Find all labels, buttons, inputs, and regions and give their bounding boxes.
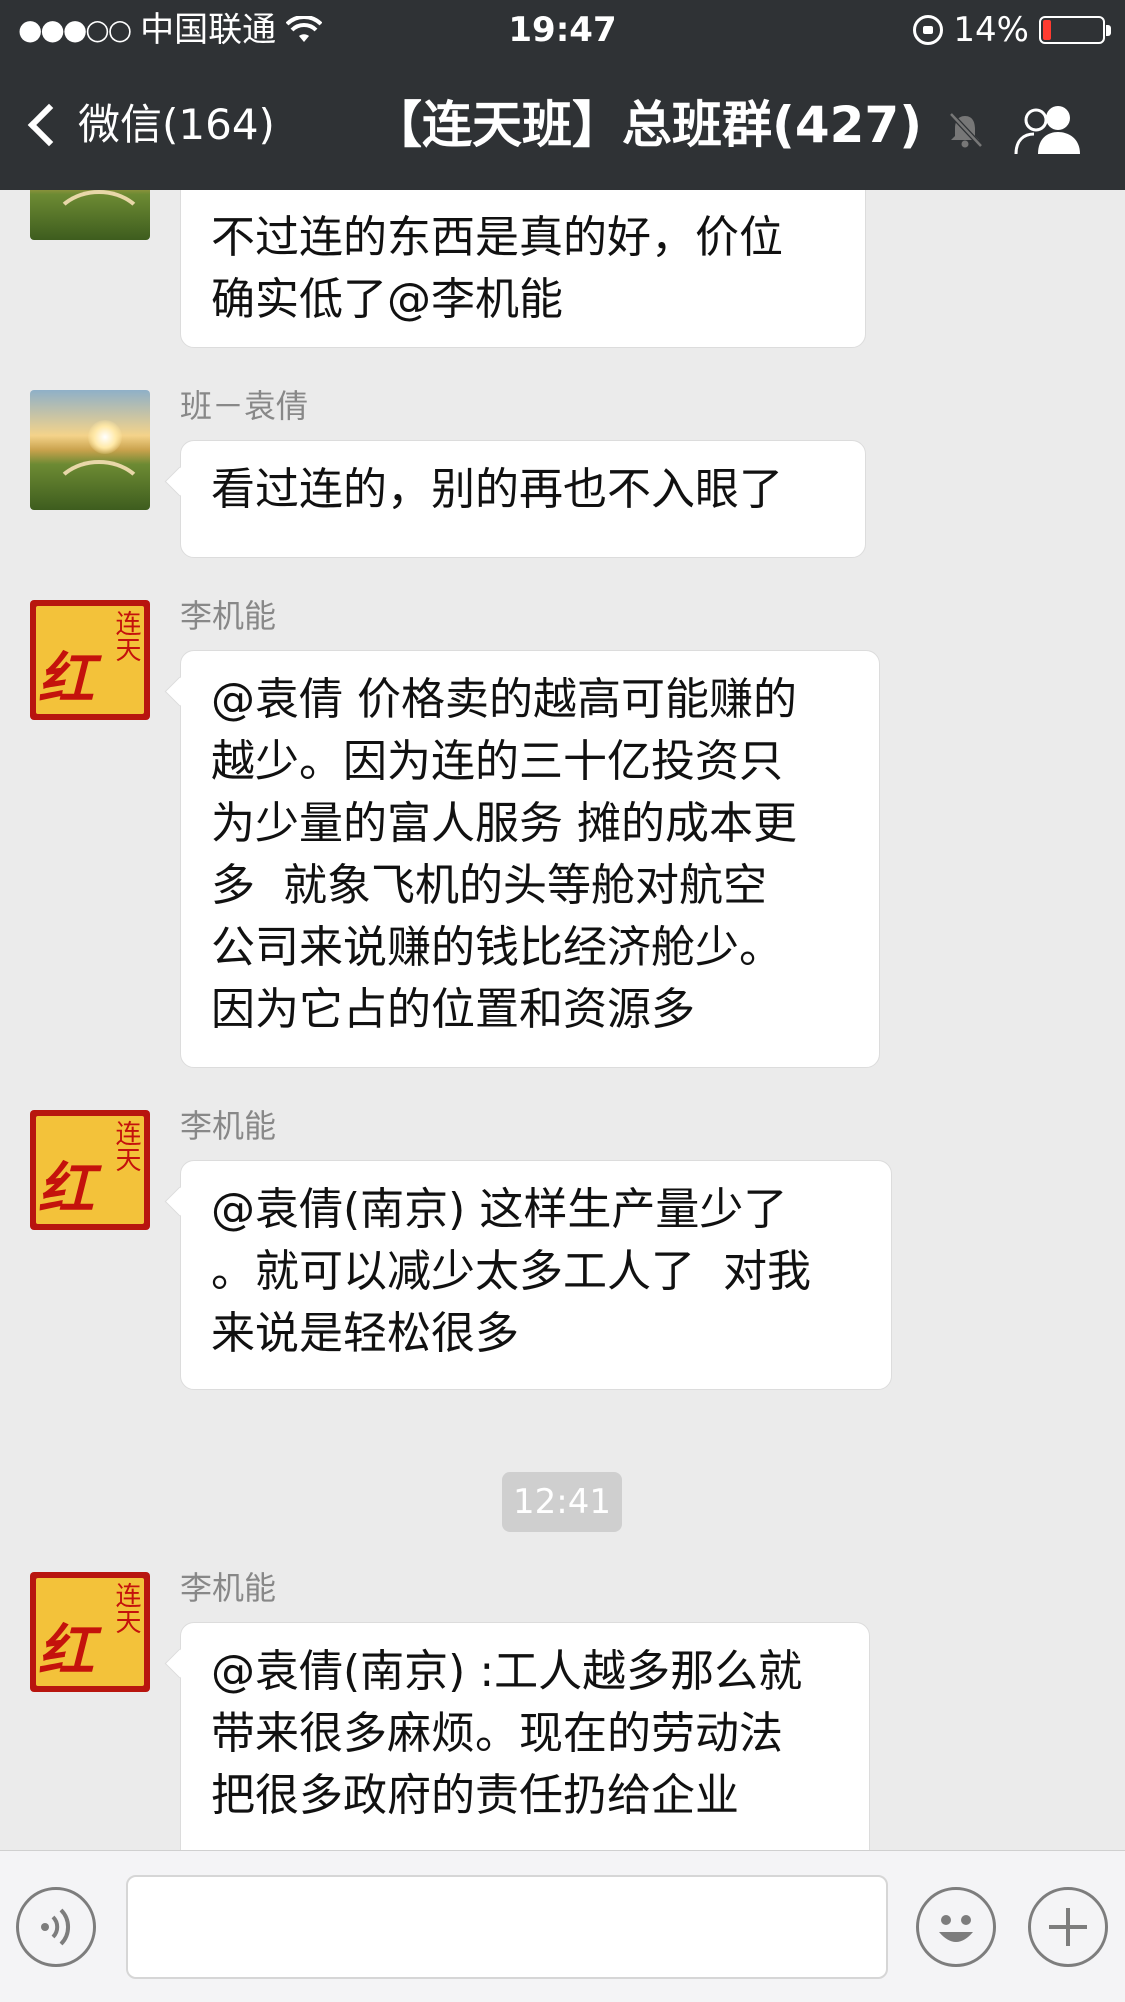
avatar[interactable]	[30, 190, 150, 240]
avatar-seal-text: 红	[38, 1618, 94, 1684]
battery-icon	[1039, 16, 1111, 44]
rotation-lock-icon	[913, 15, 944, 45]
message-line: 多 就象飞机的头等舱对航空	[211, 860, 767, 911]
message-bubble[interactable]: @袁倩(南京) :工人越多那么就 带来很多麻烦。现在的劳动法 把很多政府的责任扔…	[180, 1622, 870, 1850]
sender-name: 班－袁倩	[180, 387, 309, 425]
avatar[interactable]: 红 连天	[30, 1572, 150, 1692]
avatar-seal-text: 红	[38, 1156, 94, 1222]
status-bar: ●●●○○ 中国联通 19:47 14%	[0, 0, 1125, 60]
mute-bell-icon	[949, 112, 983, 148]
plus-icon	[1049, 1908, 1087, 1946]
back-button[interactable]: 微信(164)	[26, 100, 275, 150]
sender-name: 李机能	[180, 597, 277, 635]
message-line: 确实低了@李机能	[211, 274, 563, 325]
avatar[interactable]: 红 连天	[30, 600, 150, 720]
chat-messages[interactable]: 不过连的东西是真的好，价位 确实低了@李机能 班－袁倩 看过连的，别的再也不入眼…	[0, 190, 1125, 1850]
message-line: 越少。因为连的三十亿投资只	[211, 736, 783, 787]
avatar-seal-text: 红	[38, 646, 94, 712]
message-line: 带来很多麻烦。现在的劳动法	[211, 1708, 783, 1759]
avatar[interactable]: 红 连天	[30, 1110, 150, 1230]
message-line: 因为它占的位置和资源多	[211, 984, 695, 1035]
plus-button[interactable]	[1028, 1887, 1108, 1967]
emoji-icon	[939, 1915, 973, 1942]
message-line: 为少量的富人服务 摊的成本更	[211, 798, 797, 849]
message-line: 不过连的东西是真的好，价位	[211, 212, 783, 263]
chat-header: 微信(164) 【连天班】总班群(427)	[0, 60, 1125, 190]
message-line: 公司来说赚的钱比经济舱少。	[211, 922, 783, 973]
sender-name: 李机能	[180, 1107, 277, 1145]
message-line: 把很多政府的责任扔给企业	[211, 1770, 739, 1821]
message-line: @袁倩(南京) :工人越多那么就	[211, 1646, 803, 1697]
input-bar	[0, 1850, 1125, 2002]
message-line: @袁倩(南京) 这样生产量少了	[211, 1184, 788, 1235]
message-line: 来说是轻松很多	[211, 1308, 519, 1359]
message-bubble[interactable]: @袁倩 价格卖的越高可能赚的 越少。因为连的三十亿投资只 为少量的富人服务 摊的…	[180, 650, 880, 1068]
back-label: 微信(164)	[78, 100, 275, 149]
status-right: 14%	[913, 10, 1111, 50]
voice-button[interactable]	[16, 1887, 96, 1967]
back-chevron-icon	[27, 103, 71, 147]
chat-title: 【连天班】总班群(427)	[372, 96, 923, 154]
message-line: 看过连的，别的再也不入眼了	[211, 464, 783, 515]
battery-level	[1043, 20, 1051, 40]
message-bubble[interactable]: 看过连的，别的再也不入眼了	[180, 440, 866, 558]
message-input[interactable]	[126, 1875, 888, 1979]
avatar-seal-subtext: 连天	[111, 610, 141, 662]
group-members-icon[interactable]	[1010, 102, 1086, 156]
emoji-button[interactable]	[916, 1887, 996, 1967]
message-bubble[interactable]: 不过连的东西是真的好，价位 确实低了@李机能	[180, 190, 866, 348]
avatar[interactable]	[30, 390, 150, 510]
sender-name: 李机能	[180, 1569, 277, 1607]
message-line: 。就可以减少太多工人了 对我	[211, 1246, 811, 1297]
message-bubble[interactable]: @袁倩(南京) 这样生产量少了 。就可以减少太多工人了 对我 来说是轻松很多	[180, 1160, 892, 1390]
avatar-seal-subtext: 连天	[111, 1582, 141, 1634]
battery-percent: 14%	[953, 10, 1029, 50]
timestamp-pill: 12:41	[502, 1472, 622, 1532]
voice-icon	[41, 1908, 71, 1946]
avatar-seal-subtext: 连天	[111, 1120, 141, 1172]
message-line: @袁倩 价格卖的越高可能赚的	[211, 674, 797, 725]
